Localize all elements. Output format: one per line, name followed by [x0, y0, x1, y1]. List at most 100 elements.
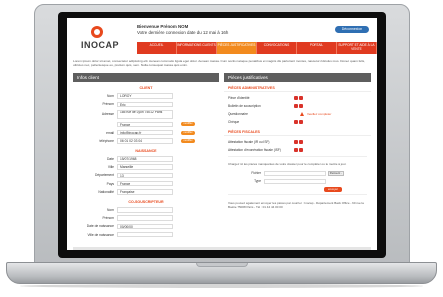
field-label: Nom: [107, 94, 114, 99]
warning-icon: [300, 112, 304, 116]
edit-email-button[interactable]: modifier: [181, 130, 195, 135]
co-birthcity-field[interactable]: [117, 231, 173, 238]
nav-item-portail[interactable]: PORTAIL: [297, 42, 337, 54]
form-row: Nom: [73, 206, 219, 214]
browse-button[interactable]: Parcourir...: [328, 170, 344, 176]
form-row: France modifier: [73, 120, 219, 128]
field-label: Ville: [107, 165, 114, 170]
co-birthdate-field[interactable]: 00/00/00: [117, 223, 173, 230]
lastname-field[interactable]: LOROY: [117, 93, 173, 99]
status-chip-icon[interactable]: [294, 140, 298, 144]
field-label: Département: [94, 173, 114, 178]
field-label: email: [106, 130, 114, 135]
document-label: Attestation fiscale (IR ou ISF): [228, 140, 270, 144]
document-label: Pièce d'identité: [228, 96, 250, 100]
form-row: Adresse 185 rue de Lyon 75012 Paris: [73, 108, 219, 120]
document-label: Bulletin de souscription: [228, 104, 261, 108]
form-row: Ville de naissance: [73, 230, 219, 238]
birth-country-field[interactable]: France: [117, 180, 173, 187]
form-row: Nationalité Française: [73, 188, 219, 196]
edit-address-button[interactable]: modifier: [181, 122, 195, 127]
document-label: Questionnaire: [228, 112, 248, 116]
logout-button[interactable]: Déconnexion: [335, 26, 369, 33]
type-label: Type: [254, 179, 261, 183]
nav-item-pieces[interactable]: PIÈCES JUSTIFICATIVES: [217, 42, 257, 54]
main-nav: ACCUEIL INFORMATIONS CLIENTS PIÈCES JUST…: [137, 42, 377, 54]
field-label: Ville de naissance: [87, 232, 114, 237]
file-input[interactable]: [264, 170, 326, 176]
section-naissance: NAISSANCE: [135, 148, 157, 153]
site-logo[interactable]: INOCAP: [81, 40, 119, 50]
address-field[interactable]: 185 rue de Lyon 75012 Paris: [117, 109, 173, 119]
form-row: Département 13: [73, 171, 219, 179]
send-button[interactable]: envoyer: [324, 187, 342, 192]
status-chip-icon[interactable]: [299, 140, 303, 144]
intro-text: Lorem ipsum dolor sit amet, consectetur …: [73, 59, 365, 67]
field-label: Nationalité: [98, 189, 114, 194]
document-row: Questionnaire Veuillez compléter: [224, 110, 371, 118]
status-chip-icon[interactable]: [299, 96, 303, 100]
upload-row: Fichier Parcourir...: [224, 169, 371, 177]
email-field[interactable]: info@inocap.fr: [117, 129, 173, 136]
field-label: téléphone: [99, 138, 114, 143]
nav-item-support[interactable]: SUPPORT ET AIDE À LA VENTE: [337, 42, 377, 54]
firstname-field[interactable]: Eric: [117, 101, 173, 108]
nationality-field[interactable]: Française: [117, 189, 173, 195]
document-label: Chèque: [228, 120, 240, 124]
upload-instructions: Chargez ici les pièces manquantes de vot…: [228, 162, 347, 166]
page-footer: [73, 247, 371, 250]
nav-item-convocations[interactable]: CONVOCATIONS: [257, 42, 297, 54]
upload-row: Type: [224, 177, 371, 185]
country-field[interactable]: France: [117, 121, 173, 128]
type-select[interactable]: [264, 178, 326, 184]
form-row: Ville Marseille: [73, 163, 219, 171]
laptop-shadow: [20, 284, 423, 288]
divider: [228, 194, 367, 195]
form-row: Date de naissance 00/00/00: [73, 222, 219, 230]
co-firstname-field[interactable]: [117, 215, 173, 221]
document-label: Attestation d'exonération fiscale (ISF): [228, 148, 281, 152]
birth-city-field[interactable]: Marseille: [117, 164, 173, 170]
nav-item-infos-clients[interactable]: INFORMATIONS CLIENTS: [177, 42, 217, 54]
form-row: téléphone 06 01 02 03 04 modifier: [73, 137, 219, 145]
last-connection: Votre dernière connexion date du 12 mai …: [137, 29, 229, 35]
field-label: Prénom: [102, 216, 114, 221]
file-label: Fichier: [251, 171, 261, 175]
field-label: Date: [107, 157, 114, 162]
status-chip-icon[interactable]: [294, 104, 298, 108]
document-row: Attestation d'exonération fiscale (ISF): [224, 146, 371, 154]
field-label: Pays: [106, 181, 114, 186]
phone-field[interactable]: 06 01 02 03 04: [117, 138, 173, 144]
edit-phone-button[interactable]: modifier: [181, 138, 195, 143]
form-row: Date 15/07/1968: [73, 155, 219, 163]
document-row: Chèque: [224, 118, 371, 126]
document-row: Bulletin de souscription: [224, 102, 371, 110]
status-chip-icon[interactable]: [299, 148, 303, 152]
co-lastname-field[interactable]: [117, 207, 173, 213]
welcome-title: Bienvenue Prénom NOM: [137, 24, 189, 29]
status-chip-icon[interactable]: [299, 104, 303, 108]
status-chip-icon[interactable]: [294, 96, 298, 100]
form-row: Prénom: [73, 214, 219, 222]
status-chip-icon[interactable]: [294, 120, 298, 124]
birth-date-field[interactable]: 15/07/1968: [117, 156, 173, 162]
inocap-logo-icon[interactable]: [91, 26, 103, 38]
document-row: Attestation fiscale (IR ou ISF): [224, 138, 371, 146]
form-row: Prénom Eric: [73, 100, 219, 108]
postal-note: Vous pouvez également envoyer les pièces…: [228, 201, 364, 209]
browser-screen: INOCAP Bienvenue Prénom NOM Votre derniè…: [67, 18, 377, 250]
field-label: Prénom: [102, 102, 114, 107]
document-row: Pièce d'identité: [224, 94, 371, 102]
laptop-brand: MacBook Pro: [200, 258, 219, 262]
field-label: Adresse: [101, 112, 114, 117]
documents-panel: Pièces justificatives PIÈCES ADMINISTRAT…: [224, 73, 371, 250]
field-label: Nom: [107, 207, 114, 212]
field-label: Date de naissance: [86, 224, 114, 229]
divider: [228, 156, 367, 157]
status-chip-icon[interactable]: [299, 120, 303, 124]
status-chip-icon[interactable]: [294, 148, 298, 152]
nav-item-accueil[interactable]: ACCUEIL: [137, 42, 177, 54]
section-fiscal: PIÈCES FISCALES: [224, 130, 371, 136]
form-row: Nom LOROY: [73, 92, 219, 100]
birth-department-field[interactable]: 13: [117, 172, 173, 179]
